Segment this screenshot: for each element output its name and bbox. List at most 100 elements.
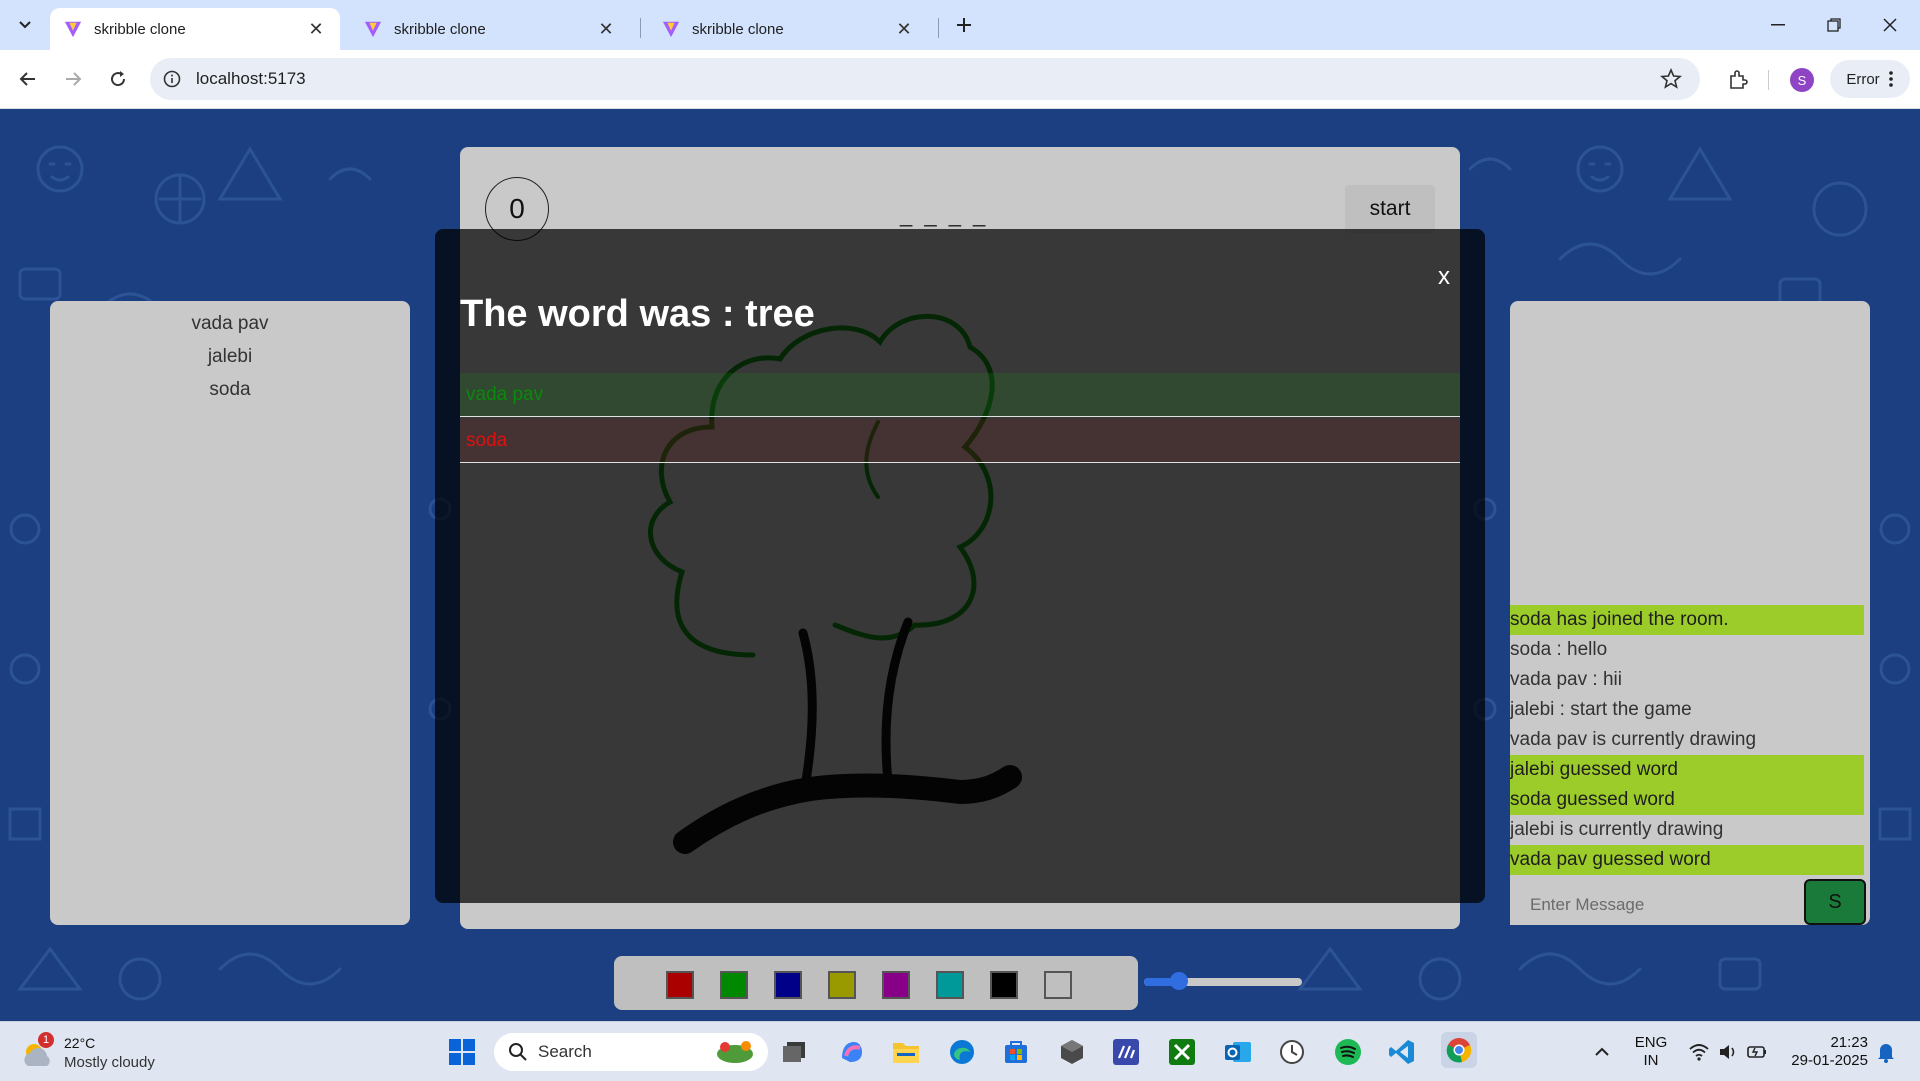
- forward-button[interactable]: [55, 61, 91, 97]
- edge-icon: [950, 1040, 974, 1064]
- task-view-icon: [783, 1042, 805, 1062]
- vite-logo-icon: [364, 21, 382, 38]
- modal-overlay: x The word was : tree vada pav soda: [0, 109, 1920, 1021]
- browser-toolbar: localhost:5173 S Error: [0, 50, 1920, 109]
- plus-icon: [957, 18, 971, 32]
- weather-temp: 22°C: [64, 1035, 96, 1051]
- battery-icon: [1747, 1046, 1766, 1058]
- tab-title: skribble clone: [94, 20, 186, 38]
- outlook-icon: [1225, 1042, 1251, 1062]
- reload-icon: [111, 71, 126, 87]
- language-indicator[interactable]: ENG IN: [1624, 1034, 1678, 1070]
- search-highlight-icon: [717, 1041, 753, 1063]
- restore-icon: [1827, 18, 1841, 32]
- tab-title: skribble clone: [692, 20, 784, 38]
- chrome-button[interactable]: [1441, 1032, 1477, 1068]
- task-view-button[interactable]: [778, 1036, 810, 1068]
- error-label: Error: [1846, 70, 1880, 88]
- clock[interactable]: 21:23 29-01-2025: [1778, 1034, 1868, 1070]
- round-result-modal: x The word was : tree vada pav soda: [435, 229, 1485, 903]
- copilot-icon: [842, 1042, 862, 1062]
- more-vert-icon: [1888, 71, 1893, 87]
- bell-icon: [1878, 1044, 1894, 1063]
- clock-date: 29-01-2025: [1791, 1052, 1868, 1069]
- search-placeholder: Search: [538, 1042, 592, 1061]
- close-window-button[interactable]: [1870, 10, 1910, 40]
- new-tab-button[interactable]: [950, 12, 978, 38]
- url-text: localhost:5173: [196, 69, 306, 88]
- clock-time: 21:23: [1830, 1034, 1868, 1051]
- wifi-icon: [1689, 1044, 1709, 1061]
- language-code: ENG: [1634, 1034, 1668, 1051]
- cube-icon: [1061, 1040, 1083, 1064]
- xbox-icon: [1169, 1039, 1195, 1065]
- store-icon: [1005, 1041, 1027, 1063]
- modal-title: The word was : tree: [460, 293, 815, 335]
- file-explorer-button[interactable]: [890, 1036, 922, 1068]
- xbox-button[interactable]: [1166, 1036, 1198, 1068]
- close-icon[interactable]: ✕: [894, 19, 914, 40]
- tab-separator: [938, 18, 939, 38]
- region-code: IN: [1643, 1052, 1659, 1069]
- result-row-guessed: vada pav: [460, 373, 1460, 417]
- app-button[interactable]: [1056, 1036, 1088, 1068]
- address-bar[interactable]: localhost:5173: [150, 58, 1700, 100]
- minimize-button[interactable]: [1758, 10, 1798, 40]
- vscode-button[interactable]: [1386, 1036, 1418, 1068]
- star-icon[interactable]: [1660, 68, 1682, 90]
- vscode-icon: [1389, 1040, 1414, 1064]
- close-icon[interactable]: ✕: [306, 19, 326, 40]
- arrow-right-icon: [66, 72, 82, 86]
- copilot-button[interactable]: [836, 1036, 868, 1068]
- chevron-up-icon: [1595, 1047, 1609, 1056]
- taskbar: 1 22°C Mostly cloudy Search ENG IN 21:23…: [0, 1021, 1920, 1081]
- browser-tab[interactable]: skribble clone ✕: [50, 8, 340, 50]
- back-button[interactable]: [10, 61, 46, 97]
- result-row-not-guessed: soda: [460, 419, 1460, 463]
- taskbar-search[interactable]: Search: [494, 1033, 768, 1071]
- chrome-icon: [1446, 1038, 1472, 1063]
- start-button[interactable]: [446, 1036, 478, 1068]
- weather-badge: 1: [38, 1032, 54, 1048]
- close-icon: [1883, 18, 1897, 32]
- edge-button[interactable]: [946, 1036, 978, 1068]
- puzzle-icon: [1730, 70, 1748, 89]
- minimize-icon: [1771, 24, 1785, 26]
- store-button[interactable]: [1000, 1036, 1032, 1068]
- weather-widget[interactable]: 1 22°C Mostly cloudy: [18, 1030, 178, 1074]
- folder-icon: [893, 1043, 919, 1063]
- reload-button[interactable]: [100, 61, 136, 97]
- windows-logo-icon: [449, 1039, 475, 1065]
- site-info-icon[interactable]: [162, 69, 182, 89]
- tab-title: skribble clone: [394, 20, 486, 38]
- arrow-left-icon: [19, 72, 35, 86]
- clock-app-button[interactable]: [1276, 1036, 1308, 1068]
- browser-tab-bar: skribble clone ✕ skribble clone ✕ skribb…: [0, 0, 1920, 50]
- close-modal-button[interactable]: x: [1438, 263, 1450, 291]
- show-hidden-icons-button[interactable]: [1586, 1036, 1618, 1068]
- volume-icon: [1720, 1045, 1735, 1059]
- weather-desc: Mostly cloudy: [64, 1054, 155, 1071]
- profile-avatar[interactable]: S: [1790, 68, 1814, 92]
- toolbar-divider: [1768, 70, 1769, 90]
- browser-tab[interactable]: skribble clone ✕: [648, 8, 928, 50]
- browser-tab[interactable]: skribble clone ✕: [350, 8, 630, 50]
- spotify-button[interactable]: [1332, 1036, 1364, 1068]
- vite-logo-icon: [662, 21, 680, 38]
- system-tray[interactable]: [1688, 1040, 1768, 1064]
- vite-logo-icon: [64, 21, 82, 38]
- outlook-button[interactable]: [1222, 1036, 1254, 1068]
- search-icon: [509, 1043, 527, 1061]
- restore-button[interactable]: [1814, 10, 1854, 40]
- visual-studio-button[interactable]: [1110, 1036, 1142, 1068]
- spotify-icon: [1335, 1039, 1361, 1065]
- chevron-down-icon: [19, 21, 31, 29]
- notifications-button[interactable]: [1870, 1036, 1902, 1068]
- extensions-button[interactable]: [1722, 64, 1754, 96]
- tab-separator: [640, 18, 641, 38]
- close-icon[interactable]: ✕: [596, 19, 616, 40]
- error-menu-button[interactable]: Error: [1830, 60, 1910, 98]
- profile-initial: S: [1797, 72, 1807, 88]
- vs-icon: [1113, 1039, 1139, 1065]
- tab-search-button[interactable]: [10, 12, 40, 38]
